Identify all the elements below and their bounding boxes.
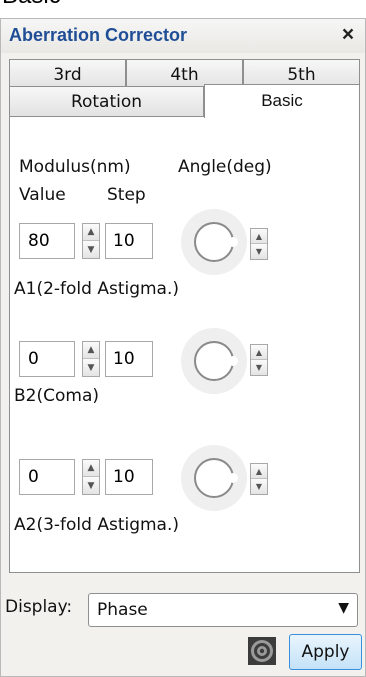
display-label: Display: xyxy=(5,597,73,617)
a2-label: A2(3-fold Astigma.) xyxy=(14,515,180,535)
tab-rotation[interactable]: Rotation xyxy=(9,86,204,116)
spin-down-icon[interactable]: ▼ xyxy=(251,360,267,375)
b2-angle-spinner[interactable]: ▲ ▼ xyxy=(250,344,268,376)
spin-up-icon[interactable]: ▲ xyxy=(251,229,267,244)
spin-down-icon[interactable]: ▼ xyxy=(251,479,267,494)
aberration-corrector-panel: Aberration Corrector × 3rd 4th 5th Rotat… xyxy=(0,18,366,677)
b2-step-input[interactable]: 10 xyxy=(105,341,153,377)
angle-header: Angle(deg) xyxy=(178,157,272,177)
display-select[interactable]: Phase ▼ xyxy=(88,593,358,627)
chevron-down-icon[interactable]: ▼ xyxy=(338,600,349,616)
title-bar: Aberration Corrector × xyxy=(1,19,365,53)
spin-up-icon[interactable]: ▲ xyxy=(251,345,267,360)
modulus-header: Modulus(nm) xyxy=(19,157,131,177)
spin-down-icon[interactable]: ▼ xyxy=(83,359,99,376)
tab-3rd[interactable]: 3rd xyxy=(9,59,126,89)
step-header: Step xyxy=(107,185,146,205)
b2-angle-dial-icon[interactable] xyxy=(178,325,250,397)
tab-content-basic: Modulus(nm) Angle(deg) Value Step 80 ▲ ▼… xyxy=(9,116,360,573)
spin-down-icon[interactable]: ▼ xyxy=(83,477,99,494)
display-selected-value: Phase xyxy=(97,600,148,620)
tab-basic[interactable]: Basic xyxy=(204,84,360,118)
close-button[interactable]: × xyxy=(337,22,359,48)
spin-down-icon[interactable]: ▼ xyxy=(251,244,267,259)
value-header: Value xyxy=(19,185,66,205)
b2-label: B2(Coma) xyxy=(14,386,99,406)
a2-angle-spinner[interactable]: ▲ ▼ xyxy=(250,463,268,495)
a1-value-spinner[interactable]: ▲ ▼ xyxy=(82,223,100,259)
b2-value-input[interactable]: 0 xyxy=(19,341,75,377)
a1-label: A1(2-fold Astigma.) xyxy=(14,279,180,299)
b2-value-spinner[interactable]: ▲ ▼ xyxy=(82,341,100,377)
spin-up-icon[interactable]: ▲ xyxy=(83,224,99,241)
concentric-rings-icon[interactable] xyxy=(247,636,277,666)
window-title: Aberration Corrector xyxy=(9,25,188,45)
a1-angle-dial-icon[interactable] xyxy=(178,206,250,278)
apply-button[interactable]: Apply xyxy=(289,634,362,670)
a2-value-spinner[interactable]: ▲ ▼ xyxy=(82,459,100,495)
a2-step-input[interactable]: 10 xyxy=(105,459,153,495)
spin-up-icon[interactable]: ▲ xyxy=(83,342,99,359)
spin-up-icon[interactable]: ▲ xyxy=(251,464,267,479)
a1-angle-spinner[interactable]: ▲ ▼ xyxy=(250,228,268,260)
spin-up-icon[interactable]: ▲ xyxy=(83,460,99,477)
a2-value-input[interactable]: 0 xyxy=(19,459,75,495)
a1-value-input[interactable]: 80 xyxy=(19,223,75,259)
tab-control: 3rd 4th 5th Rotation Basic Modulus(nm) A… xyxy=(9,59,360,573)
a1-step-input[interactable]: 10 xyxy=(105,223,153,259)
a2-angle-dial-icon[interactable] xyxy=(178,442,250,514)
background-window-text: Basic xyxy=(2,0,61,10)
spin-down-icon[interactable]: ▼ xyxy=(83,241,99,258)
